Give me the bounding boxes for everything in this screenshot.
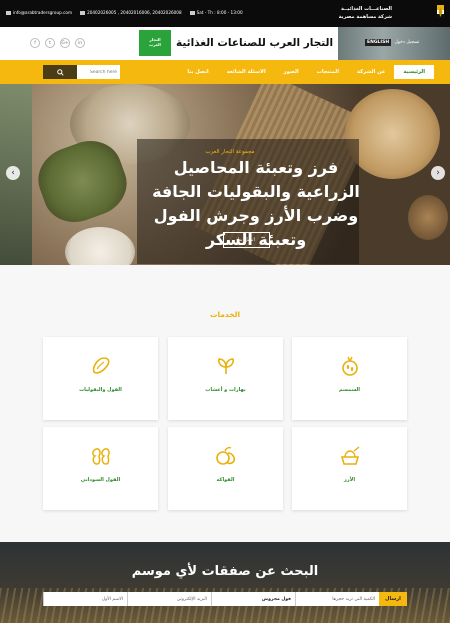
email-field[interactable]: البريد الإلكتروني (127, 592, 211, 606)
service-label: الفول والبقوليات (79, 387, 122, 393)
site-logo[interactable]: التجار العرب (139, 30, 171, 56)
nav-item-home[interactable]: الرئيسية (394, 65, 434, 79)
nav-item-contact[interactable]: اتصل بنا (178, 69, 217, 75)
nav-item-gallery[interactable]: الصور (275, 69, 308, 75)
contact-info: info@arabtradersgroup.com 20402026005 , … (6, 10, 243, 15)
logo-text-2: العرب (149, 42, 161, 47)
hero-white-beans (65, 227, 135, 265)
slider-prev-arrow-icon[interactable]: ‹ (6, 166, 20, 180)
header-photo: ENGLISH تسجيل دخول (338, 27, 450, 60)
fruit-icon (216, 446, 235, 465)
site-header: f t G+ in التجار العرب التجار العرب للصن… (0, 27, 450, 60)
service-card-beans[interactable]: الفول والبقوليات (43, 337, 158, 420)
first-name-field[interactable]: الاسم الأول (43, 592, 127, 606)
hours-text: Sat - Th : 8:00 - 13:00 (196, 10, 243, 15)
main-navbar: الرئيسية عن الشركة المنتجات الصور الاسئل… (0, 60, 450, 84)
rice-icon (340, 446, 360, 465)
service-label: الأرز (343, 477, 356, 483)
bean-icon (92, 357, 110, 374)
services-title: الخدمات (209, 310, 241, 319)
sesame-icon (342, 356, 358, 376)
linkedin-icon[interactable]: in (75, 38, 85, 48)
service-card-sesame[interactable]: السمسم (292, 337, 407, 420)
service-card-peanuts[interactable]: الفول السوداني (43, 427, 158, 510)
mail-icon (6, 11, 11, 15)
hero-subtitle: مجموعة التجار العرب (205, 149, 255, 155)
search-input[interactable] (77, 65, 120, 79)
social-links: f t G+ in (30, 38, 85, 48)
facebook-icon[interactable]: f (30, 38, 40, 48)
service-card-rice[interactable]: الأرز (292, 427, 407, 510)
service-label: بهارات و أعشاب (205, 387, 246, 393)
deals-form: ارسال الكمية التي تريد حجزها فول مجروش ا… (43, 592, 407, 606)
twitter-icon[interactable]: t (45, 38, 55, 48)
eagle-emblem-icon (437, 5, 444, 18)
header-links: ENGLISH تسجيل دخول (365, 39, 420, 46)
email-contact[interactable]: info@arabtradersgroup.com (6, 10, 72, 15)
service-card-fruits[interactable]: الفواكه (168, 427, 283, 510)
service-label: الفول السوداني (80, 477, 121, 483)
login-link[interactable]: تسجيل دخول (395, 40, 420, 45)
nav-item-products[interactable]: المنتجات (308, 69, 348, 75)
service-label: السمسم (338, 387, 361, 393)
phone-contact[interactable]: 20402026005 , 20402016006, 20402026008 (80, 10, 182, 15)
brand-tagline: الصناعـــات الغذائيــة شركة مساهمة مصرية (339, 5, 392, 21)
nav-menu: الرئيسية عن الشركة المنتجات الصور الاسئل… (128, 65, 434, 79)
clock-icon (189, 11, 195, 15)
email-text: info@arabtradersgroup.com (13, 10, 73, 15)
hero-spice-bowl (408, 195, 448, 240)
brand-line-1: الصناعـــات الغذائيــة (340, 6, 392, 12)
hero-contact-button[interactable]: اتصل بنا (223, 232, 270, 248)
quantity-field[interactable]: الكمية التي تريد حجزها (295, 592, 379, 606)
phone-icon (80, 11, 86, 15)
send-button[interactable]: ارسال (379, 592, 407, 606)
nav-item-about[interactable]: عن الشركة (348, 69, 394, 75)
peanut-icon (92, 448, 110, 465)
hours-contact: Sat - Th : 8:00 - 13:00 (189, 10, 243, 15)
phone-text: 20402026005 , 20402016006, 20402026008 (87, 10, 182, 15)
deals-title: البحث عن صفقات لأي موسم (131, 564, 319, 579)
herb-icon (218, 358, 234, 374)
top-bar: info@arabtradersgroup.com 20402026005 , … (0, 0, 450, 27)
site-title: التجار العرب للصناعات الغذائية (176, 37, 334, 49)
nav-item-faq[interactable]: الاسئلة الشائعة (218, 69, 275, 75)
brand-line-2: شركة مساهمة مصرية (338, 14, 392, 20)
search-button[interactable] (43, 65, 77, 79)
slider-next-arrow-icon[interactable]: › (431, 166, 445, 180)
service-label: الفواكه (216, 477, 235, 483)
service-card-herbs[interactable]: بهارات و أعشاب (168, 337, 283, 420)
google-plus-icon[interactable]: G+ (60, 38, 70, 48)
product-select[interactable]: فول مجروش (211, 592, 295, 606)
language-switch[interactable]: ENGLISH (365, 39, 392, 46)
deals-section (0, 542, 450, 623)
search-icon (56, 68, 64, 76)
